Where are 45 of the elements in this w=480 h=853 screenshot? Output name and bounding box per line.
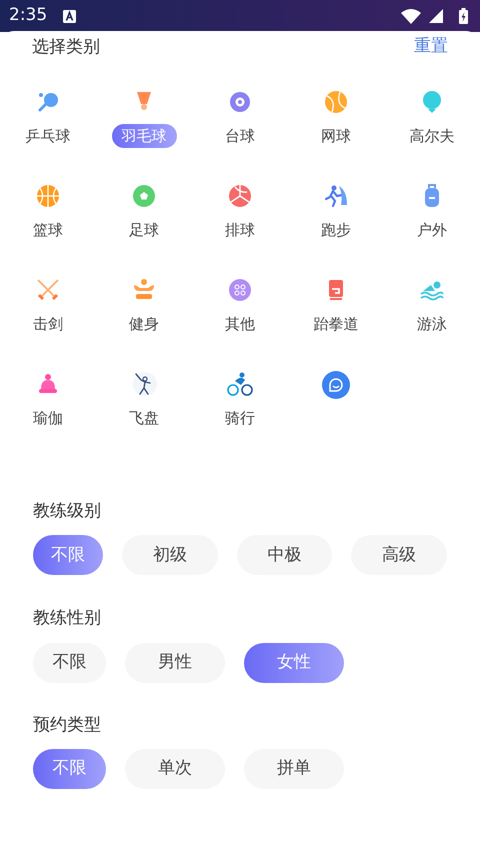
notification-icon	[63, 10, 76, 22]
filter-chip[interactable]: 不限	[33, 642, 106, 683]
category-option[interactable]: 台球	[215, 124, 265, 148]
tennis-ball-icon[interactable]	[323, 89, 349, 115]
category-option[interactable]: 其他	[215, 312, 265, 336]
category-option[interactable]: 户外	[407, 218, 457, 242]
section-title: 教练性别	[33, 608, 102, 629]
category-option[interactable]: 击剑	[23, 312, 73, 336]
crossed-swords-icon[interactable]	[35, 277, 61, 303]
signal-icon	[429, 9, 443, 23]
filter-chip[interactable]: 中极	[236, 535, 332, 576]
soccer-ball-icon[interactable]	[131, 183, 157, 209]
category-option[interactable]: 乒乓球	[16, 124, 80, 148]
cyclist-icon[interactable]	[227, 371, 253, 397]
section-title: 预约类型	[33, 714, 102, 736]
runner-icon[interactable]	[323, 183, 349, 209]
filter-chip[interactable]: 单次	[125, 749, 225, 790]
category-option[interactable]: 高尔夫	[400, 124, 464, 148]
section-title: 选择类别	[32, 36, 100, 58]
apps-icon[interactable]	[227, 277, 253, 303]
reset-button[interactable]: 重置	[414, 34, 448, 60]
category-option[interactable]: 瑜伽	[23, 406, 73, 430]
frisbee-player-icon[interactable]	[131, 371, 157, 397]
category-option[interactable]: 网球	[311, 124, 361, 148]
category-option[interactable]: 游泳	[407, 312, 457, 336]
category-option[interactable]: 跆拳道	[304, 312, 368, 336]
filter-chip[interactable]: 初级	[122, 535, 218, 576]
clock: 2:35	[9, 4, 48, 28]
filter-chip[interactable]: 高级	[351, 535, 448, 576]
category-option[interactable]: 排球	[215, 218, 265, 242]
category-option[interactable]: 足球	[119, 218, 169, 242]
category-option[interactable]: 健身	[119, 312, 169, 336]
category-option[interactable]: 篮球	[23, 218, 73, 242]
section-title: 教练级别	[33, 501, 102, 522]
basketball-icon[interactable]	[35, 183, 61, 209]
category-option[interactable]: 跑步	[311, 218, 361, 242]
category-option[interactable]: 飞盘	[119, 406, 169, 430]
battery-icon	[459, 8, 468, 24]
billiard-ball-icon[interactable]	[227, 89, 253, 115]
volleyball-icon[interactable]	[227, 183, 253, 209]
chat-icon[interactable]	[322, 371, 350, 399]
filter-chip[interactable]: 拼单	[244, 749, 344, 790]
filter-chip[interactable]: 男性	[125, 642, 225, 683]
wifi-icon	[401, 8, 421, 24]
category-option[interactable]: 骑行	[215, 406, 265, 430]
